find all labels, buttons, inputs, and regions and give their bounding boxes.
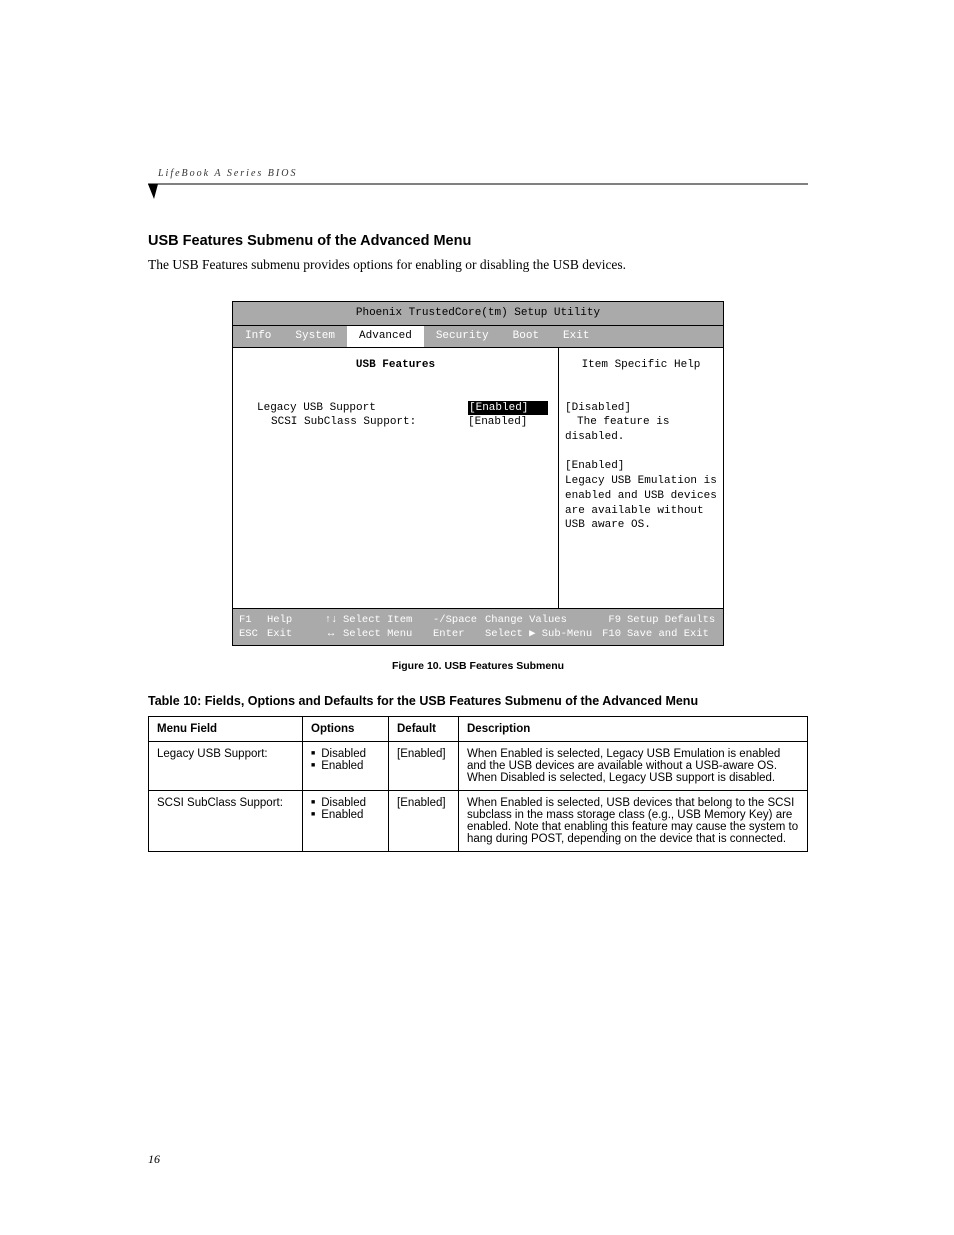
bios-field-value: [Enabled] — [468, 401, 548, 416]
running-head: LifeBook A Series BIOS — [148, 168, 808, 179]
cell-default: [Enabled] — [389, 742, 459, 791]
bios-tab-advanced[interactable]: Advanced — [347, 326, 424, 347]
table-caption: Table 10: Fields, Options and Defaults f… — [148, 694, 808, 708]
bios-tab-system[interactable]: System — [283, 326, 347, 347]
footer-key-space: -/Space — [433, 613, 485, 627]
section-title: USB Features Submenu of the Advanced Men… — [148, 233, 808, 249]
bios-help-pane: Item Specific Help [Disabled] The featur… — [559, 348, 723, 608]
bios-tab-security[interactable]: Security — [424, 326, 501, 347]
help-disabled-key: [Disabled] — [565, 402, 631, 414]
cell-options: Disabled Enabled — [303, 791, 389, 852]
table-header: Default — [389, 717, 459, 742]
bios-field-label: Legacy USB Support — [243, 401, 468, 416]
bios-tab-boot[interactable]: Boot — [501, 326, 551, 347]
footer-action-save-exit: Save and Exit — [627, 627, 709, 641]
table-header: Description — [459, 717, 808, 742]
bios-tab-info[interactable]: Info — [233, 326, 283, 347]
footer-action-help: Help — [267, 613, 319, 627]
bios-field-legacy-usb[interactable]: Legacy USB Support [Enabled] — [243, 401, 548, 416]
figure-caption: Figure 10. USB Features Submenu — [148, 660, 808, 672]
bios-field-value: [Enabled] — [468, 415, 548, 430]
help-disabled-text: The feature is disabled. — [565, 416, 669, 443]
cell-description: When Enabled is selected, Legacy USB Emu… — [459, 742, 808, 791]
footer-key-updown: ↑↓ — [319, 613, 343, 627]
table-row: SCSI SubClass Support: Disabled Enabled … — [149, 791, 808, 852]
bios-footer: F1 Help ↑↓ Select Item -/Space Change Va… — [233, 608, 723, 645]
footer-key-esc: ESC — [239, 627, 267, 641]
footer-action-select-submenu: Select ▶ Sub-Menu — [485, 627, 599, 641]
bios-field-label: SCSI SubClass Support: — [243, 415, 468, 430]
table-header-row: Menu Field Options Default Description — [149, 717, 808, 742]
cell-menu-field: SCSI SubClass Support: — [149, 791, 303, 852]
table-row: Legacy USB Support: Disabled Enabled [En… — [149, 742, 808, 791]
footer-action-change-values: Change Values — [485, 613, 599, 627]
bios-tab-exit[interactable]: Exit — [551, 326, 601, 347]
footer-key-enter: Enter — [433, 627, 485, 641]
bios-utility-title: Phoenix TrustedCore(tm) Setup Utility — [233, 302, 723, 326]
footer-key-leftright: ↔ — [319, 627, 343, 641]
option-item: Disabled — [311, 797, 366, 809]
footer-action-exit: Exit — [267, 627, 319, 641]
footer-action-select-menu: Select Menu — [343, 627, 433, 641]
footer-action-setup-defaults: Setup Defaults — [627, 613, 715, 627]
footer-key-f10: F10 — [599, 627, 627, 641]
option-item: Disabled — [311, 748, 366, 760]
cell-options: Disabled Enabled — [303, 742, 389, 791]
bios-screenshot: Phoenix TrustedCore(tm) Setup Utility In… — [232, 301, 724, 646]
footer-key-f1: F1 — [239, 613, 267, 627]
bios-tabs: Info System Advanced Security Boot Exit — [233, 326, 723, 348]
bios-help-title: Item Specific Help — [565, 358, 717, 373]
cell-menu-field: Legacy USB Support: — [149, 742, 303, 791]
cell-default: [Enabled] — [389, 791, 459, 852]
option-item: Enabled — [311, 809, 363, 821]
page-number: 16 — [148, 1152, 808, 1167]
bios-field-scsi-subclass[interactable]: SCSI SubClass Support: [Enabled] — [243, 415, 548, 430]
footer-key-f9: F9 — [599, 613, 627, 627]
options-table: Menu Field Options Default Description L… — [148, 716, 808, 852]
option-item: Enabled — [311, 760, 363, 772]
bios-submenu-title: USB Features — [243, 358, 548, 373]
table-header: Options — [303, 717, 389, 742]
intro-paragraph: The USB Features submenu provides option… — [148, 257, 808, 273]
footer-action-select-item: Select Item — [343, 613, 433, 627]
table-header: Menu Field — [149, 717, 303, 742]
header-rule — [148, 183, 808, 199]
bios-left-pane: USB Features Legacy USB Support [Enabled… — [233, 348, 559, 608]
cell-description: When Enabled is selected, USB devices th… — [459, 791, 808, 852]
help-enabled-text: Legacy USB Emulation is enabled and USB … — [565, 475, 717, 532]
help-enabled-key: [Enabled] — [565, 460, 624, 472]
